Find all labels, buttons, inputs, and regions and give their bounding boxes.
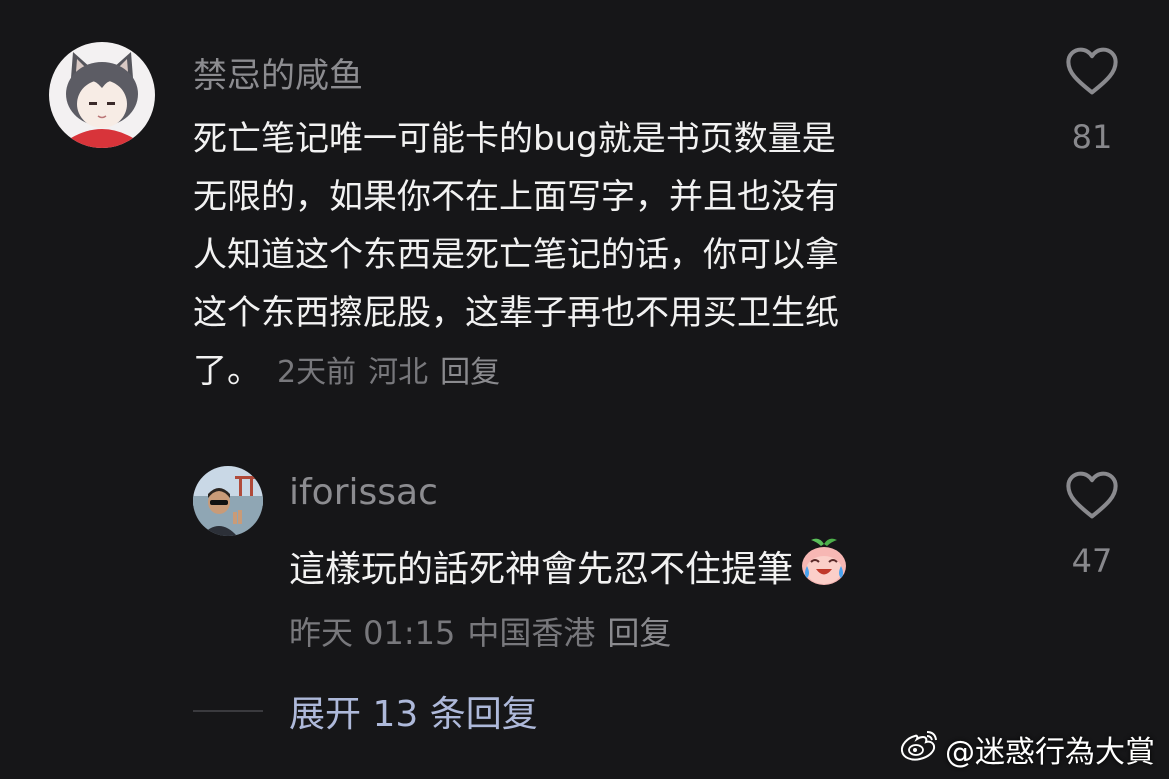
like-button[interactable]: 81: [1062, 46, 1122, 156]
heart-outline-icon: [1066, 471, 1118, 519]
like-count: 81: [1071, 118, 1113, 156]
comment-text-line: 死亡笔记唯一可能卡的bug就是书页数量是: [193, 119, 836, 159]
watermark-text: @迷惑行為大賞: [945, 735, 1155, 770]
expand-replies-button[interactable]: 展开 13 条回复: [289, 685, 538, 737]
comment-text: 死亡笔记唯一可能卡的bug就是书页数量是 无限的，如果你不在上面写字，并且也没有…: [193, 110, 839, 402]
reply-button[interactable]: 回复: [440, 355, 500, 390]
comment-text: 這樣玩的話死神會先忍不住提筆: [289, 534, 851, 605]
divider: [193, 710, 263, 712]
comment-text-line: 这个东西擦屁股，这辈子再也不用买卫生纸: [193, 293, 839, 333]
comment-text-line: 无限的，如果你不在上面写字，并且也没有: [193, 177, 839, 217]
comment-location: 河北: [368, 355, 429, 390]
laugh-cry-peach-emoji: [797, 534, 851, 605]
comment-text-tail: 了。: [193, 351, 261, 391]
reply-button[interactable]: 回复: [607, 614, 671, 652]
comment-text-line-last: 了。 2天前 河北 回复: [193, 342, 839, 402]
expand-replies[interactable]: 展开 13 条回复: [193, 685, 538, 737]
comment-time: 昨天 01:15: [289, 614, 456, 652]
avatar[interactable]: [49, 42, 155, 148]
heart-outline-icon: [1066, 47, 1118, 95]
comment-meta: 昨天 01:15 中国香港 回复: [289, 608, 683, 654]
author-name[interactable]: iforissac: [289, 472, 438, 513]
watermark: @迷惑行為大賞: [899, 727, 1155, 771]
avatar[interactable]: [193, 466, 263, 536]
like-button[interactable]: 47: [1062, 470, 1122, 580]
like-count: 47: [1071, 542, 1113, 580]
author-name[interactable]: 禁忌的咸鱼: [193, 48, 363, 97]
comment-text-line: 這樣玩的話死神會先忍不住提筆: [289, 548, 794, 590]
weibo-icon: [899, 728, 939, 770]
comment-time: 2天前: [277, 355, 357, 390]
comment-text-line: 人知道这个东西是死亡笔记的话，你可以拿: [193, 235, 839, 275]
comment-location: 中国香港: [467, 614, 596, 652]
